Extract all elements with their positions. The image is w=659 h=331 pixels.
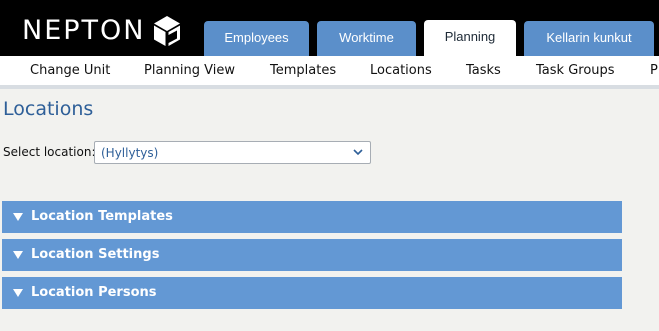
- panel-location-templates[interactable]: Location Templates: [2, 201, 622, 233]
- tab-employees[interactable]: Employees: [204, 21, 309, 56]
- subnav-item-change-unit[interactable]: Change Unit: [30, 63, 110, 78]
- select-location-label: Select location:: [3, 145, 96, 159]
- panel-location-persons[interactable]: Location Persons: [2, 277, 622, 309]
- triangle-down-icon: [13, 251, 23, 259]
- panel-label: Location Persons: [31, 285, 157, 300]
- subnav-item-truncated[interactable]: P: [650, 63, 658, 78]
- page-title: Locations: [3, 98, 94, 120]
- chevron-down-icon: [353, 149, 363, 156]
- sub-navigation: Change Unit Planning View Templates Loca…: [0, 56, 659, 89]
- tab-label: Planning: [444, 29, 496, 44]
- logo-text: NEPTON: [22, 15, 146, 46]
- triangle-down-icon: [13, 213, 23, 221]
- tab-label: Employees: [224, 30, 289, 45]
- location-select-value: (Hyllytys): [101, 146, 159, 160]
- cube-logo-icon: [154, 16, 181, 46]
- subnav-item-tasks[interactable]: Tasks: [466, 63, 501, 78]
- subnav-item-locations[interactable]: Locations: [370, 63, 432, 78]
- tab-planning[interactable]: Planning: [424, 20, 516, 56]
- location-select[interactable]: (Hyllytys): [94, 141, 371, 164]
- tab-worktime[interactable]: Worktime: [317, 21, 416, 56]
- tab-kellarin-kunkut[interactable]: Kellarin kunkut: [524, 21, 654, 56]
- triangle-down-icon: [13, 289, 23, 297]
- subnav-item-task-groups[interactable]: Task Groups: [536, 63, 615, 78]
- panel-location-settings[interactable]: Location Settings: [2, 239, 622, 271]
- logo[interactable]: NEPTON: [22, 15, 182, 47]
- subnav-item-templates[interactable]: Templates: [270, 63, 336, 78]
- tab-label: Kellarin kunkut: [546, 30, 632, 45]
- top-bar: NEPTON Employees Worktime Planning Kella…: [0, 0, 659, 56]
- panel-label: Location Templates: [31, 209, 173, 224]
- subnav-item-planning-view[interactable]: Planning View: [144, 63, 235, 78]
- panel-label: Location Settings: [31, 247, 160, 262]
- tab-label: Worktime: [339, 30, 394, 45]
